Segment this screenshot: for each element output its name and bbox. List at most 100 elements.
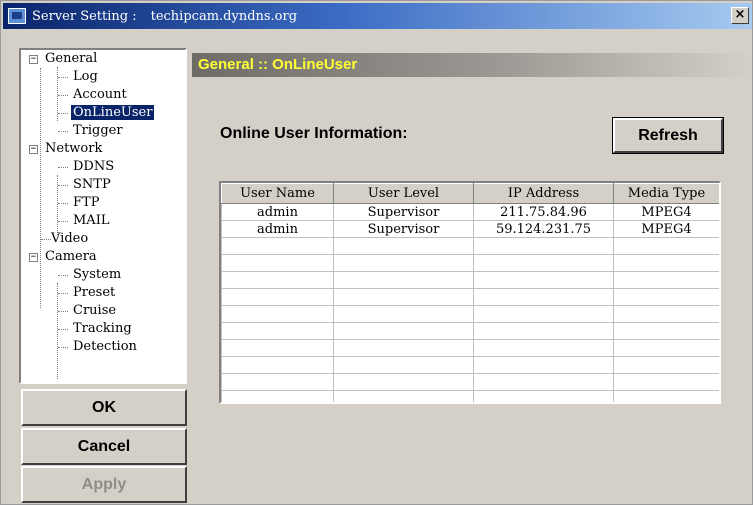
tree-item-onlineuser[interactable]: OnLineUser (71, 104, 155, 122)
tree-item-camera[interactable]: − Camera (27, 248, 99, 266)
close-button[interactable]: × (731, 7, 749, 24)
table-cell (473, 237, 614, 255)
title-bar[interactable]: Server Setting : techipcam.dyndns.org × (3, 3, 752, 29)
tree-item-ftp[interactable]: FTP (71, 194, 101, 212)
tree-item-ddns[interactable]: DDNS (71, 158, 116, 176)
tree-item-label: Preset (73, 285, 116, 300)
table-cell (221, 322, 334, 340)
tree-item-label: MAIL (73, 213, 110, 228)
table-row[interactable] (221, 237, 719, 255)
tree-item-label: Cruise (73, 303, 117, 318)
tree-item-system[interactable]: System (71, 266, 123, 284)
table-row[interactable]: admin Supervisor 211.75.84.96 MPEG4 (221, 203, 719, 221)
table-cell (613, 322, 719, 340)
column-header-media-type[interactable]: Media Type (613, 183, 719, 204)
table-cell (473, 339, 614, 357)
tree-item-label: SNTP (73, 177, 111, 192)
table-cell (333, 288, 474, 306)
table-cell: admin (221, 203, 334, 221)
table-cell (473, 373, 614, 391)
table-cell (473, 288, 614, 306)
table-cell (221, 237, 334, 255)
tree-item-label: OnLineUser (71, 105, 155, 120)
tree-item-video[interactable]: Video (49, 230, 90, 248)
close-icon: × (734, 7, 746, 22)
table-cell (473, 271, 614, 289)
section-title: Online User Information: (220, 125, 408, 142)
table-cell (613, 390, 719, 402)
tree-item-preset[interactable]: Preset (71, 284, 117, 302)
table-row[interactable] (221, 271, 719, 289)
tree-item-tracking[interactable]: Tracking (71, 320, 134, 338)
table-row[interactable] (221, 373, 719, 391)
settings-tree[interactable]: − General Log Account OnLineUser Trigger… (19, 48, 187, 384)
table-cell: Supervisor (333, 203, 474, 221)
tree-item-general[interactable]: − General (27, 50, 99, 68)
table-cell (333, 305, 474, 323)
tree-item-account[interactable]: Account (71, 86, 129, 104)
column-header-user-level[interactable]: User Level (333, 183, 474, 204)
tree-item-label: General (45, 51, 98, 66)
table-row[interactable] (221, 305, 719, 323)
tree-item-network[interactable]: − Network (27, 140, 104, 158)
table-cell: MPEG4 (613, 220, 719, 238)
window-title: Server Setting : (32, 8, 137, 24)
table-row[interactable] (221, 356, 719, 374)
collapse-icon[interactable]: − (29, 253, 38, 262)
table-cell: MPEG4 (613, 203, 719, 221)
server-setting-window: Server Setting : techipcam.dyndns.org × … (0, 0, 753, 505)
table-cell (613, 305, 719, 323)
collapse-icon[interactable]: − (29, 145, 38, 154)
table-cell: admin (221, 220, 334, 238)
table-cell: 59.124.231.75 (473, 220, 614, 238)
tree-item-label: Log (73, 69, 98, 84)
tree-item-label: Trigger (73, 123, 123, 138)
tree-item-label: DDNS (73, 159, 115, 174)
table-cell (613, 373, 719, 391)
server-host: techipcam.dyndns.org (150, 8, 298, 24)
collapse-icon[interactable]: − (29, 55, 38, 64)
tree-item-mail[interactable]: MAIL (71, 212, 111, 230)
table-row[interactable] (221, 254, 719, 272)
table-cell (473, 390, 614, 402)
table-cell (221, 356, 334, 374)
apply-button[interactable]: Apply (21, 466, 187, 503)
tree-item-sntp[interactable]: SNTP (71, 176, 113, 194)
column-header-user-name[interactable]: User Name (221, 183, 334, 204)
table-row[interactable] (221, 390, 719, 402)
table-cell (333, 237, 474, 255)
table-cell (473, 322, 614, 340)
table-row[interactable]: admin Supervisor 59.124.231.75 MPEG4 (221, 220, 719, 238)
tree-item-label: Account (73, 87, 127, 102)
online-users-table[interactable]: User Name User Level IP Address Media Ty… (219, 181, 721, 404)
table-row[interactable] (221, 339, 719, 357)
table-cell (221, 288, 334, 306)
table-row[interactable] (221, 322, 719, 340)
table-row[interactable] (221, 288, 719, 306)
tree-item-trigger[interactable]: Trigger (71, 122, 125, 140)
table-cell: Supervisor (333, 220, 474, 238)
ok-button[interactable]: OK (21, 389, 187, 426)
tree-item-label: Tracking (73, 321, 132, 336)
table-cell (473, 356, 614, 374)
tree-item-cruise[interactable]: Cruise (71, 302, 118, 320)
cancel-button[interactable]: Cancel (21, 428, 187, 465)
table-cell (473, 305, 614, 323)
tree-item-label: FTP (73, 195, 100, 210)
table-cell (221, 390, 334, 402)
tree-item-label: Camera (45, 249, 97, 264)
tree-item-detection[interactable]: Detection (71, 338, 139, 356)
table-cell (333, 339, 474, 357)
table-cell (221, 339, 334, 357)
column-header-ip-address[interactable]: IP Address (473, 183, 614, 204)
table-cell (613, 288, 719, 306)
table-cell (613, 254, 719, 272)
refresh-button[interactable]: Refresh (612, 117, 724, 154)
table-cell (333, 271, 474, 289)
table-cell (221, 373, 334, 391)
table-cell (613, 339, 719, 357)
tree-item-label: System (73, 267, 122, 282)
tree-item-log[interactable]: Log (71, 68, 100, 86)
tree-item-label: Network (45, 141, 103, 156)
table-cell (333, 373, 474, 391)
